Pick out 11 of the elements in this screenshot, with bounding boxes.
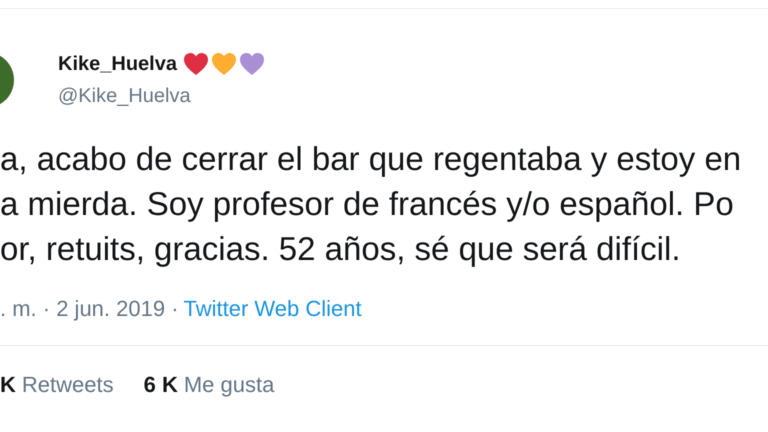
stat-count: K [0, 371, 16, 399]
stat-label[interactable]: Me gusta [184, 368, 274, 401]
tweet-text: a mierda. Soy profesor de francés y/o español. Po [0, 184, 734, 224]
tweet-text: or, retuits, gracias. 52 años, sé que será difícil. [0, 229, 681, 269]
tweet-date: . m. · 2 jun. 2019 · [0, 295, 179, 323]
tweet-text: a, acabo de cerrar el bar que regentaba y estoy en [0, 139, 742, 179]
user-handle: @Kike_Huelva [58, 84, 192, 109]
stat-count: 6 K [144, 371, 178, 399]
user-name: Kike_Huelva [58, 52, 177, 77]
stat-label[interactable]: Retweets [22, 368, 114, 401]
source-link[interactable]: Twitter Web Client [184, 292, 362, 325]
